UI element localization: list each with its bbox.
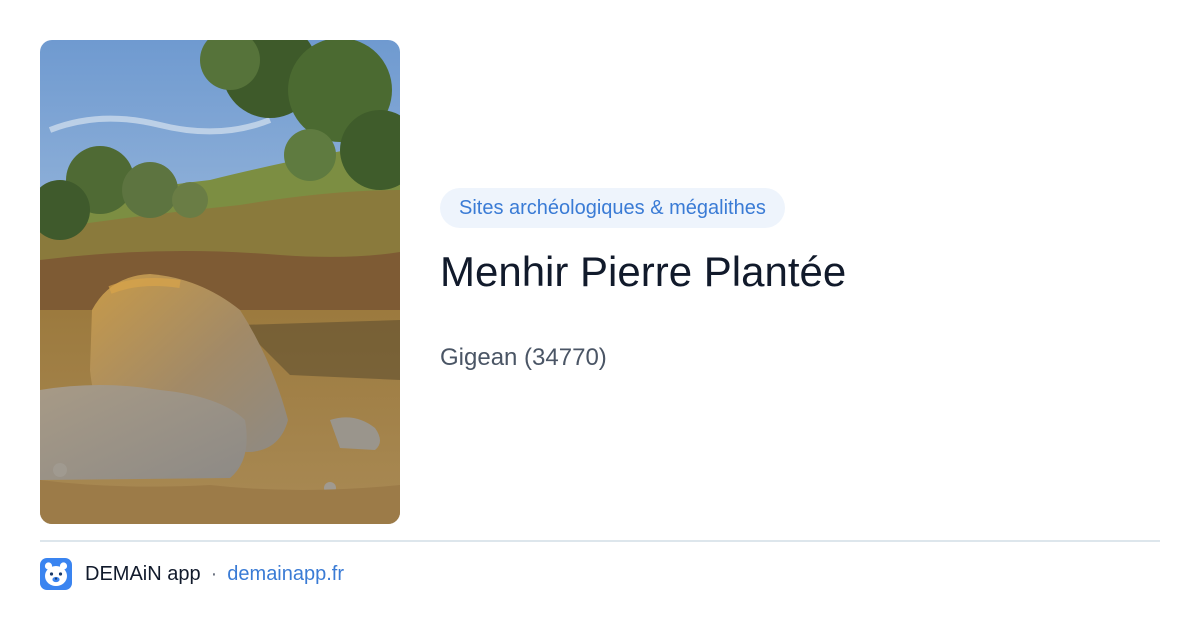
share-card: Sites archéologiques & mégalithes Menhir…	[0, 0, 1200, 630]
footer: DEMAiN app · demainapp.fr	[40, 558, 344, 590]
footer-separator: ·	[210, 562, 218, 585]
bear-face-icon	[40, 558, 72, 590]
place-title: Menhir Pierre Plantée	[440, 248, 847, 295]
place-location: Gigean (34770)	[440, 344, 607, 371]
footer-divider	[40, 540, 1160, 542]
place-info: Sites archéologiques & mégalithes Menhir…	[440, 188, 1160, 372]
place-photo	[40, 40, 400, 524]
app-name: DEMAiN app	[85, 562, 201, 585]
category-badge: Sites archéologiques & mégalithes	[440, 188, 785, 228]
site-link[interactable]: demainapp.fr	[227, 563, 344, 586]
